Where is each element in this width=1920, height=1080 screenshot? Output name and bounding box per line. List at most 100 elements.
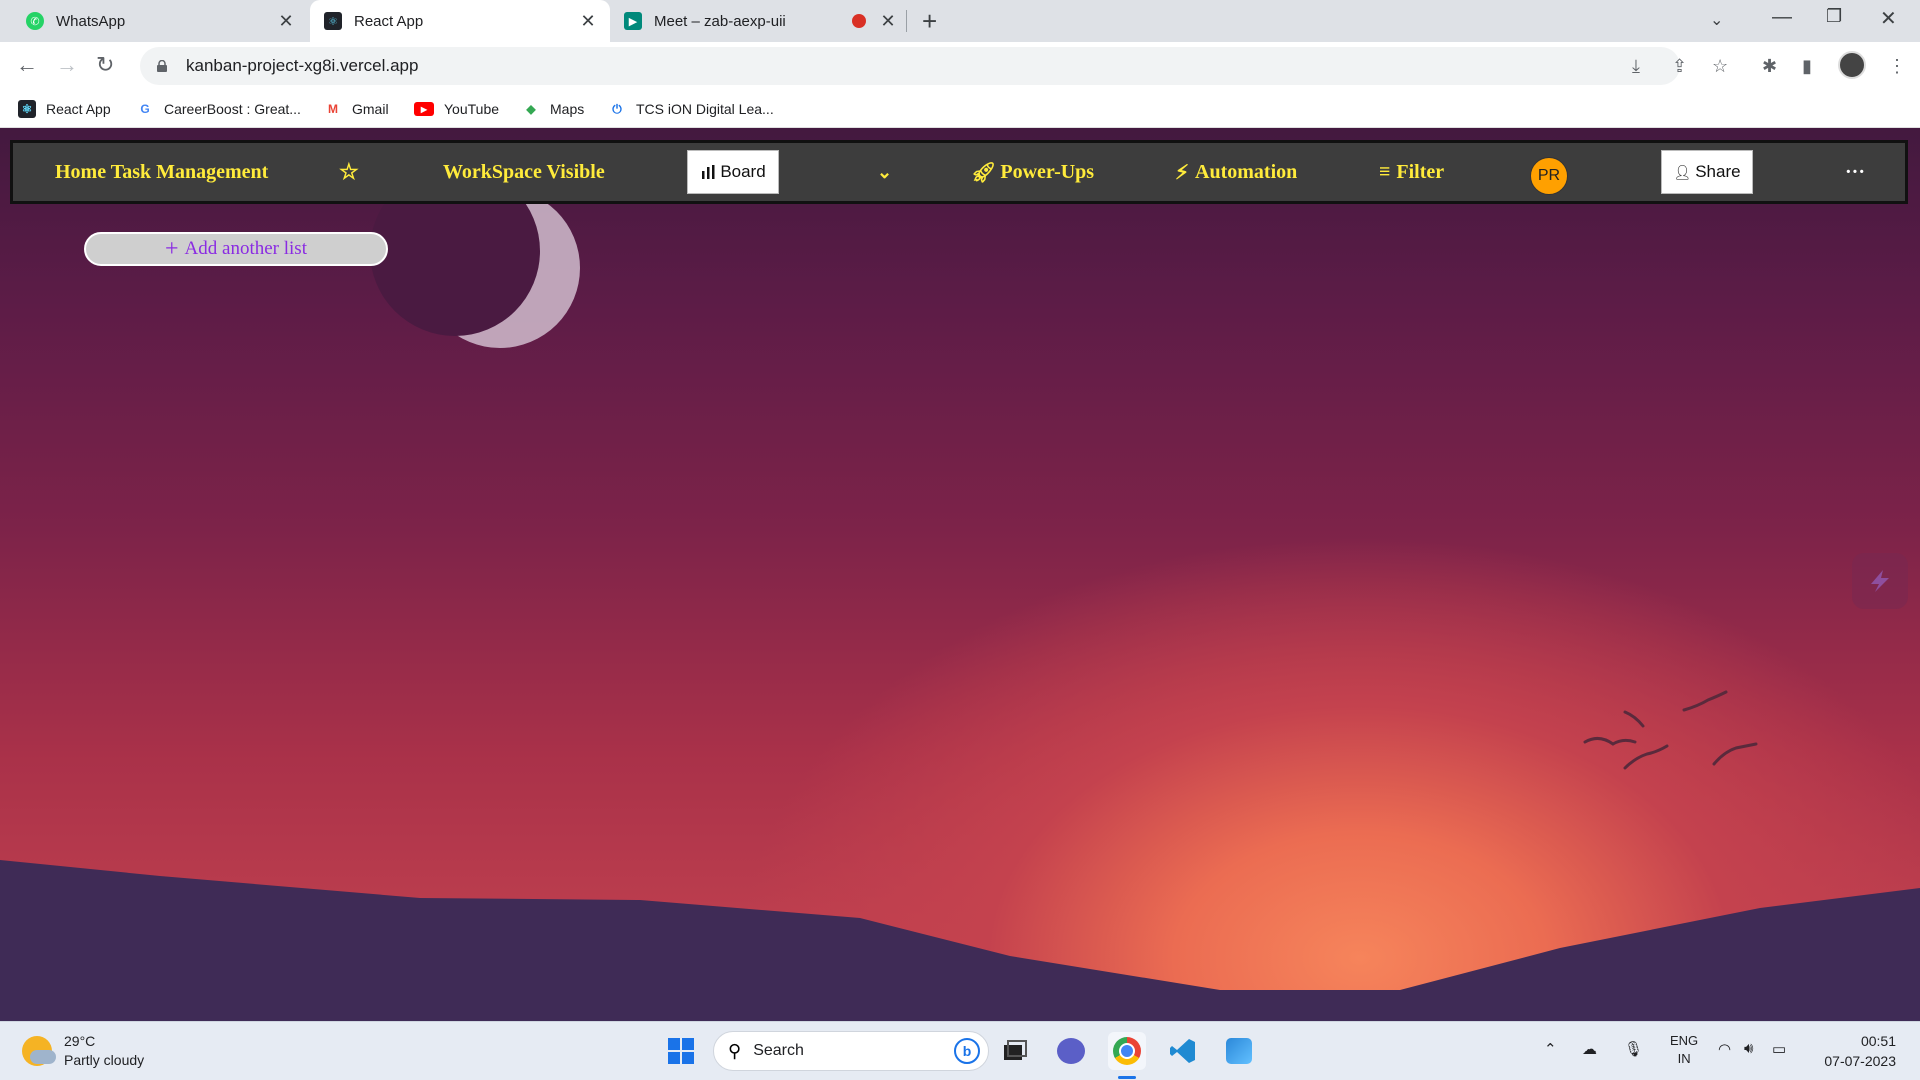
automation-label: Automation	[1195, 160, 1298, 183]
react-icon: ⚛	[18, 100, 36, 118]
battery-icon[interactable]: ▭	[1772, 1040, 1786, 1058]
bookmark-label: React App	[46, 101, 111, 117]
install-icon[interactable]: ⤓	[1632, 56, 1640, 77]
chrome-icon	[1113, 1037, 1141, 1065]
board-title: Home Task Management	[55, 160, 269, 183]
slash-logo-icon	[1871, 570, 1889, 592]
bookmark-label: Gmail	[352, 101, 389, 117]
board-button[interactable]: Board	[687, 150, 779, 194]
workspace-visible-button[interactable]: WorkSpace Visible	[443, 143, 605, 201]
more-menu-icon[interactable]: ···	[1845, 143, 1865, 201]
back-button[interactable]: ←	[16, 52, 38, 78]
url-text: kanban-project-xg8i.vercel.app	[186, 56, 419, 75]
power-ups-label: Power-Ups	[1000, 160, 1095, 183]
filter-button[interactable]: ≡ Filter	[1379, 143, 1444, 201]
close-window-button[interactable]: ✕	[1880, 6, 1897, 31]
bookmark-star-icon[interactable]: ☆	[1712, 56, 1728, 77]
minimize-button[interactable]: —	[1772, 6, 1792, 29]
chrome-taskbar-button[interactable]	[1108, 1032, 1146, 1070]
tab-whatsapp[interactable]: ✆ WhatsApp ✕	[0, 0, 308, 42]
task-view-button[interactable]	[996, 1032, 1034, 1070]
bookmark-react-app[interactable]: ⚛ React App	[18, 90, 111, 128]
weather-desc: Partly cloudy	[64, 1052, 145, 1068]
address-bar[interactable]: kanban-project-xg8i.vercel.app	[140, 47, 1680, 85]
language-indicator[interactable]: ENG IN	[1670, 1032, 1698, 1068]
plus-icon: +	[165, 236, 179, 262]
bookmark-tcs-ion[interactable]: ⏻ TCS iON Digital Lea...	[608, 90, 773, 128]
menu-icon[interactable]: ⋮	[1888, 56, 1906, 77]
board-button-label: Board	[720, 162, 766, 181]
bookmark-gmail[interactable]: M Gmail	[324, 90, 389, 128]
profile-avatar[interactable]	[1838, 51, 1866, 79]
tab-title: Meet – zab-aexp-uii	[654, 12, 786, 30]
birds-decoration	[1583, 690, 1758, 770]
system-clock[interactable]: 00:51 07-07-2023	[1800, 1031, 1896, 1071]
onedrive-icon[interactable]: ☁	[1582, 1040, 1597, 1058]
tab-meet[interactable]: ▶ Meet – zab-aexp-uii ✕	[610, 0, 910, 42]
task-view-icon	[1004, 1040, 1027, 1060]
share-label: Share	[1695, 162, 1741, 181]
side-panel-icon[interactable]: ▮	[1802, 56, 1812, 77]
close-icon[interactable]: ✕	[578, 11, 598, 32]
restore-button[interactable]: ❐	[1826, 6, 1842, 27]
photos-app-button[interactable]	[1220, 1032, 1258, 1070]
power-ups-button[interactable]: 🚀︎ Power-Ups	[971, 143, 1094, 201]
active-app-indicator	[1118, 1076, 1136, 1079]
reload-button[interactable]: ↻	[96, 52, 114, 78]
weather-widget[interactable]: 29°C Partly cloudy	[22, 1032, 144, 1070]
add-another-list-button[interactable]: + Add another list	[84, 232, 388, 266]
chat-icon	[1057, 1038, 1085, 1064]
tab-title: React App	[354, 12, 424, 30]
photos-icon	[1226, 1038, 1252, 1064]
user-avatar[interactable]: PR	[1530, 157, 1568, 195]
tab-search-icon[interactable]: ⌄	[1710, 10, 1723, 30]
chevron-down-icon[interactable]: ⌄	[877, 143, 892, 201]
star-icon[interactable]: ☆	[339, 143, 359, 201]
bing-icon: b	[954, 1038, 980, 1064]
taskbar-search[interactable]: ⚲ Search b	[713, 1031, 989, 1071]
floating-extension-widget[interactable]	[1852, 553, 1908, 609]
weather-icon	[22, 1036, 56, 1066]
extensions-icon[interactable]: ✱	[1762, 56, 1777, 77]
weather-temp: 29°C	[64, 1033, 96, 1049]
recording-icon	[852, 14, 866, 28]
automation-button[interactable]: ⚡︎ Automation	[1175, 143, 1297, 201]
language-code: ENG	[1670, 1033, 1699, 1048]
start-button[interactable]	[662, 1032, 700, 1070]
bookmarks-bar: ⚛ React App G CareerBoost : Great... M Gmai…	[0, 90, 1920, 128]
power-icon: ⏻	[612, 101, 622, 116]
tray-overflow-icon[interactable]: ⌃	[1544, 1040, 1557, 1058]
vscode-icon	[1170, 1039, 1195, 1063]
share-page-icon[interactable]: ⇪	[1672, 56, 1687, 77]
rocket-icon: 🚀︎	[971, 161, 997, 184]
tab-react-app[interactable]: ⚛ React App ✕	[310, 0, 610, 42]
youtube-icon: ▶	[414, 102, 434, 116]
lock-icon	[157, 60, 167, 72]
add-list-label: Add another list	[184, 238, 307, 259]
wifi-icon[interactable]: ◠	[1718, 1040, 1731, 1058]
bookmark-youtube[interactable]: ▶ YouTube	[414, 90, 499, 128]
google-icon: G	[140, 102, 150, 116]
search-icon: ⚲	[728, 1040, 742, 1061]
app-navbar: Home Task Management ☆ WorkSpace Visible…	[10, 140, 1908, 204]
chat-app-button[interactable]	[1052, 1032, 1090, 1070]
add-person-icon: 👤︎	[1673, 163, 1692, 180]
filter-label: Filter	[1396, 160, 1445, 183]
close-icon[interactable]: ✕	[878, 11, 898, 32]
lightning-icon: ⚡︎	[1175, 161, 1190, 184]
volume-icon[interactable]: 🔊︎	[1744, 1040, 1753, 1057]
bookmark-careerboost[interactable]: G CareerBoost : Great...	[136, 90, 301, 128]
windows-icon	[668, 1038, 694, 1064]
new-tab-button[interactable]: +	[922, 6, 937, 37]
forward-button[interactable]: →	[56, 52, 78, 78]
region-code: IN	[1677, 1051, 1691, 1066]
bar-chart-icon	[702, 165, 715, 179]
share-button[interactable]: 👤︎ Share	[1661, 150, 1753, 194]
google-meet-icon: ▶	[624, 12, 642, 30]
maps-icon: ◆	[526, 102, 536, 116]
bookmark-maps[interactable]: ◆ Maps	[522, 90, 584, 128]
vscode-button[interactable]	[1164, 1032, 1202, 1070]
microphone-icon[interactable]: 🎙︎	[1624, 1040, 1643, 1058]
close-icon[interactable]: ✕	[276, 11, 296, 32]
tab-strip: ✆ WhatsApp ✕ ⚛ React App ✕ ▶ Meet – zab-…	[0, 0, 1920, 42]
